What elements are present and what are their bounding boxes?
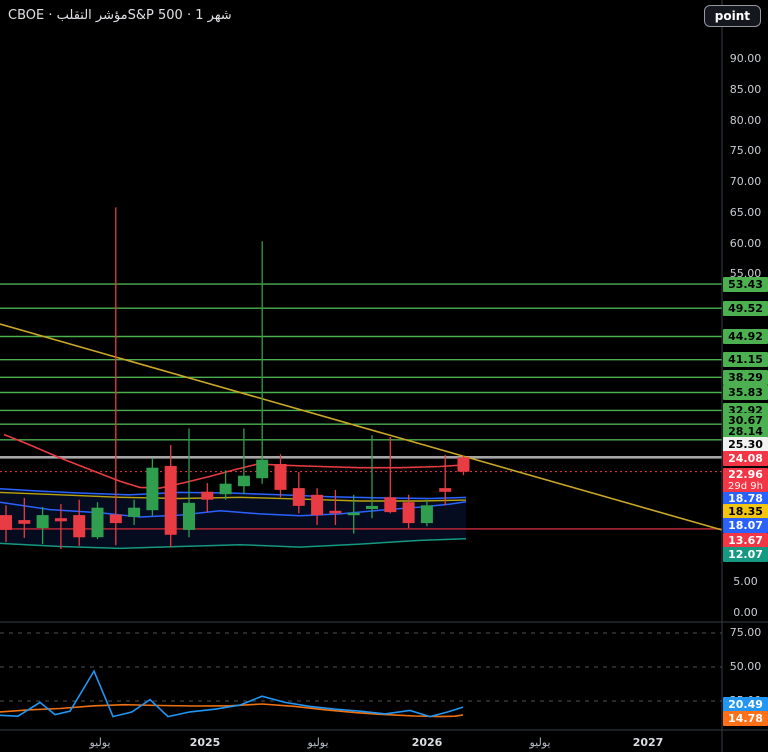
candle-body	[384, 497, 396, 512]
price-tick-label: 60.00	[723, 237, 768, 251]
candle-body	[73, 515, 85, 537]
candle-body	[0, 515, 12, 530]
point-button[interactable]: point	[704, 5, 761, 27]
indicator-blue-line	[0, 671, 463, 717]
candle-body	[110, 515, 122, 524]
overlay-value-label: 18.07	[723, 518, 768, 533]
time-axis-label: يوليو	[89, 736, 110, 749]
current-price-value: 22.96	[723, 468, 768, 481]
candle-body	[256, 460, 268, 479]
price-tick-label: 5.00	[723, 575, 768, 589]
candle-body	[275, 464, 287, 490]
interval-unit-arabic: شهر	[208, 8, 232, 23]
green-level-label: 38.29	[723, 370, 768, 385]
candle-body	[458, 457, 470, 471]
white-level-label: 25.30	[723, 437, 768, 452]
candle-body	[128, 508, 140, 517]
candle-body	[348, 513, 360, 516]
candle-body	[311, 495, 323, 515]
overlay-value-label: 12.07	[723, 547, 768, 562]
price-tick-label: 70.00	[723, 175, 768, 189]
time-axis-label: 2026	[412, 736, 443, 749]
candle-body	[92, 508, 104, 538]
symbol-and-interval: S&P 500 · 1	[128, 8, 208, 23]
bar-close-countdown: 29d 9h	[723, 481, 768, 492]
candle-body	[146, 468, 158, 511]
green-level-label: 41.15	[723, 352, 768, 367]
indicator-orange-value-label: 14.78	[723, 711, 768, 726]
indicator-tick-label: 50.00	[723, 660, 768, 674]
time-axis-label: 2025	[190, 736, 221, 749]
green-level-label: 44.92	[723, 329, 768, 344]
overlay-value-label: 18.35	[723, 504, 768, 519]
green-level-label: 53.43	[723, 277, 768, 292]
green-level-label: 35.83	[723, 385, 768, 400]
candle-body	[55, 518, 67, 521]
price-tick-label: 65.00	[723, 206, 768, 220]
candle-body	[329, 511, 341, 514]
indicator-blue-value-label: 20.49	[723, 697, 768, 712]
candle-body	[293, 488, 305, 506]
price-tick-label: 85.00	[723, 83, 768, 97]
candle-body	[201, 492, 213, 500]
exchange-name: CBOE ·	[8, 8, 57, 23]
candle-body	[165, 466, 177, 535]
time-axis-label: يوليو	[529, 736, 550, 749]
red-ma-line	[4, 435, 466, 489]
instrument-name-arabic: مؤشر التقلب	[57, 8, 128, 23]
candle-body	[18, 520, 30, 524]
current-price-label: 22.9629d 9h	[723, 468, 768, 492]
symbol-title[interactable]: CBOE · مؤشر التقلبS&P 500 · 1 شهر	[8, 8, 232, 23]
price-tick-label: 0.00	[723, 606, 768, 620]
candle-body	[421, 505, 433, 523]
candle-body	[183, 503, 195, 530]
chart-canvas[interactable]	[0, 0, 768, 752]
price-tick-label: 75.00	[723, 144, 768, 158]
price-tick-label: 80.00	[723, 114, 768, 128]
price-tick-label: 90.00	[723, 52, 768, 66]
red-level-label: 13.67	[723, 533, 768, 548]
candle-body	[439, 488, 451, 492]
indicator-tick-label: 75.00	[723, 626, 768, 640]
candle-body	[37, 515, 49, 528]
overlay-value-label: 24.08	[723, 451, 768, 466]
candle-body	[366, 506, 378, 509]
time-axis-label: 2027	[633, 736, 664, 749]
candle-body	[403, 502, 415, 523]
candle-body	[220, 484, 232, 495]
candle-body	[238, 476, 250, 487]
trading-chart-app: CBOE · مؤشر التقلبS&P 500 · 1 شهر point …	[0, 0, 768, 752]
time-axis-label: يوليو	[307, 736, 328, 749]
green-level-label: 49.52	[723, 301, 768, 316]
